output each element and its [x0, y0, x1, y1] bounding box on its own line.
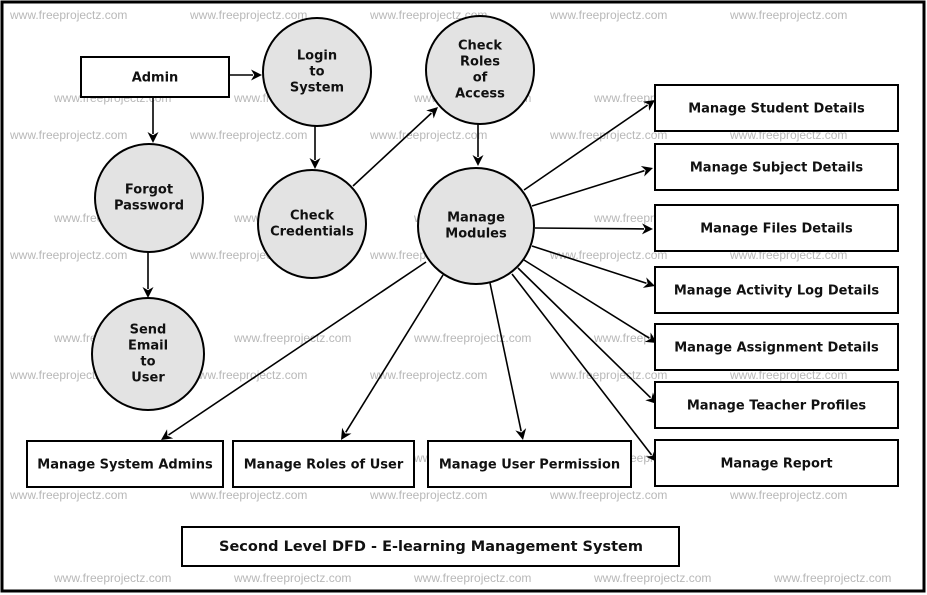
watermark-text: www.freeprojectz.com — [549, 8, 667, 22]
watermark-text: www.freeprojectz.com — [729, 8, 847, 22]
dfd-diagram: www.freeprojectz.com www.freeprojectz.com… — [0, 0, 926, 593]
watermark-text: www.freeprojectz.com — [189, 488, 307, 502]
node-label: Modules — [445, 227, 507, 242]
watermark-text: www.freeprojectz.com — [729, 488, 847, 502]
watermark-text: www.freeprojectz.com — [189, 368, 307, 382]
watermark-text: www.freeprojectz.com — [189, 8, 307, 22]
diagram-title: Second Level DFD - E-learning Management… — [219, 539, 643, 555]
watermark-text: www.freeprojectz.com — [773, 571, 891, 585]
process-login: LogintoSystem — [262, 17, 372, 127]
watermark-text: www.freeprojectz.com — [9, 8, 127, 22]
process-forgot: ForgotPassword — [94, 143, 204, 253]
node-label: Manage — [447, 211, 505, 226]
diagram-title-box: Second Level DFD - E-learning Management… — [181, 526, 680, 567]
store-report: Manage Report — [654, 439, 899, 487]
node-label: Manage User Permission — [439, 458, 620, 473]
process-check-cred: CheckCredentials — [257, 169, 367, 279]
store-teacher: Manage Teacher Profiles — [654, 381, 899, 429]
watermark-text: www.freeprojectz.com — [233, 331, 351, 345]
watermark-text: www.freeprojectz.com — [189, 128, 307, 142]
watermark-text: www.freeprojectz.com — [9, 248, 127, 262]
node-label: Manage Subject Details — [690, 161, 864, 176]
watermark-text: www.freeprojectz.com — [9, 128, 127, 142]
node-label: Password — [114, 199, 184, 214]
node-label: Access — [455, 87, 505, 102]
node-label: to — [309, 65, 324, 80]
store-roles: Manage Roles of User — [232, 440, 415, 488]
node-label: Manage System Admins — [37, 458, 213, 473]
watermark-text: www.freeprojectz.com — [233, 571, 351, 585]
node-label: User — [131, 371, 165, 386]
store-sysadmins: Manage System Admins — [26, 440, 224, 488]
watermark-text: www.freeprojectz.com — [593, 571, 711, 585]
node-label: Credentials — [270, 225, 354, 240]
watermark-text: www.freeprojectz.com — [549, 248, 667, 262]
watermark-text: www.freeprojectz.com — [369, 368, 487, 382]
watermark-text: www.freeprojectz.com — [413, 331, 531, 345]
node-label: Admin — [132, 71, 179, 86]
node-label: to — [140, 355, 155, 370]
store-student: Manage Student Details — [654, 84, 899, 132]
node-label: System — [290, 81, 344, 96]
node-label: Manage Activity Log Details — [674, 284, 880, 299]
node-label: Send — [130, 323, 167, 338]
watermark-text: www.freeprojectz.com — [549, 368, 667, 382]
process-send-email: SendEmailtoUser — [91, 297, 205, 411]
store-permission: Manage User Permission — [427, 440, 632, 488]
node-label: Roles — [460, 55, 500, 70]
entity-admin: Admin — [80, 56, 230, 98]
watermark-text: www.freeprojectz.com — [413, 571, 531, 585]
node-label: Manage Files Details — [700, 222, 853, 237]
node-label: Manage Assignment Details — [674, 341, 879, 356]
node-label: of — [473, 71, 488, 86]
process-manage-modules: ManageModules — [417, 167, 535, 285]
watermark-text: www.freeprojectz.com — [9, 488, 127, 502]
store-activity: Manage Activity Log Details — [654, 266, 899, 314]
node-label: Email — [128, 339, 168, 354]
watermark-text: www.freeprojectz.com — [549, 128, 667, 142]
store-assignment: Manage Assignment Details — [654, 323, 899, 371]
store-files: Manage Files Details — [654, 204, 899, 252]
watermark-text: www.freeprojectz.com — [53, 571, 171, 585]
node-label: Manage Teacher Profiles — [687, 399, 867, 414]
node-label: Check — [290, 209, 334, 224]
process-check-roles: CheckRolesofAccess — [425, 15, 535, 125]
flow-line — [534, 227, 645, 230]
node-label: Login — [297, 49, 337, 64]
node-label: Manage Roles of User — [244, 458, 404, 473]
watermark-text: www.freeprojectz.com — [369, 128, 487, 142]
node-label: Manage Report — [720, 457, 832, 472]
store-subject: Manage Subject Details — [654, 143, 899, 191]
node-label: Manage Student Details — [688, 102, 865, 117]
watermark-text: www.freeprojectz.com — [549, 488, 667, 502]
watermark-text: www.freeprojectz.com — [369, 488, 487, 502]
node-label: Check — [458, 39, 502, 54]
node-label: Forgot — [125, 183, 173, 198]
